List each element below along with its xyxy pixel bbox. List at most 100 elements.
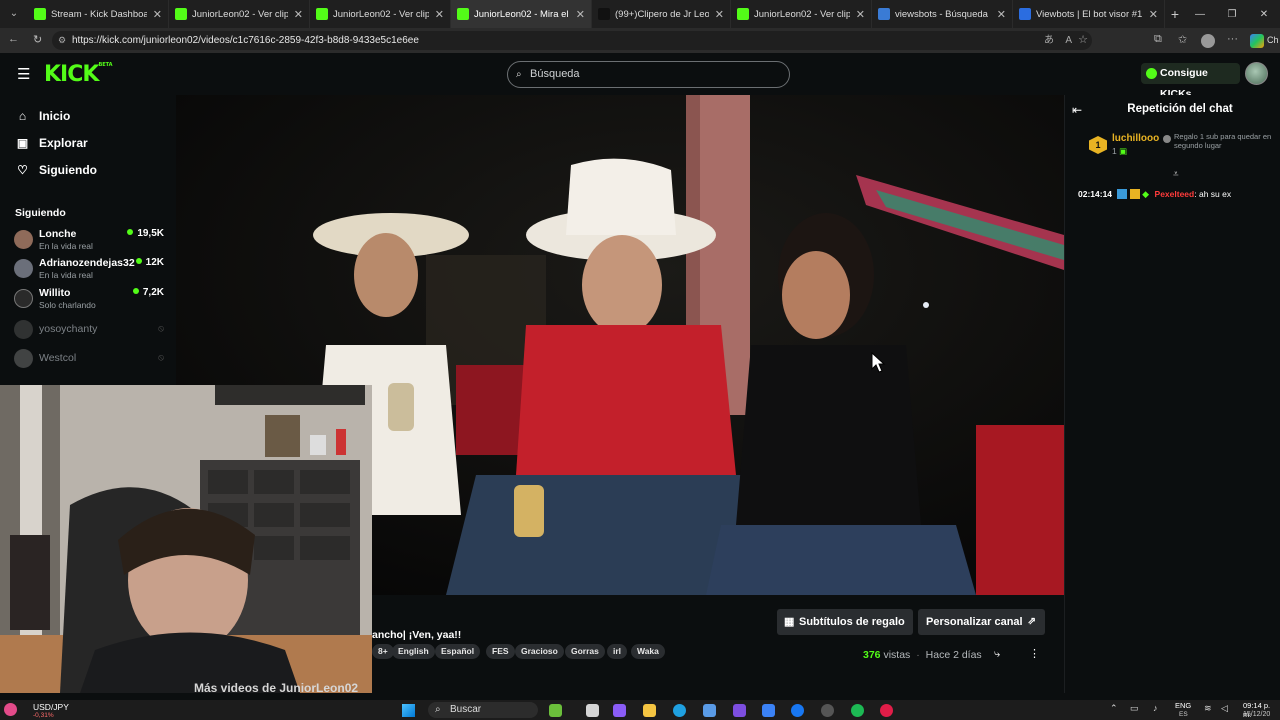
- followed-channel-westcol[interactable]: Westcol ⦸: [14, 346, 166, 372]
- gift-count: 1 ▣: [1112, 146, 1127, 157]
- favorite-star-icon[interactable]: ☆: [1078, 31, 1088, 50]
- external-link-icon: ⇗: [1027, 616, 1036, 627]
- followed-channel-adrianozendejas32[interactable]: Adrianozendejas32 En la vida real 12K: [14, 256, 166, 282]
- customize-channel-button[interactable]: Personalizar canal ⇗: [918, 609, 1045, 635]
- tag[interactable]: FES: [486, 644, 515, 659]
- edge-icon[interactable]: [673, 704, 686, 717]
- channel-name: Willito: [39, 287, 71, 299]
- nav-following[interactable]: ♡ Siguiendo: [16, 163, 97, 177]
- favorites-icon[interactable]: ✩: [1178, 33, 1187, 46]
- nav-home[interactable]: ⌂ Inicio: [16, 109, 70, 123]
- site-info-icon[interactable]: ⚙: [58, 31, 66, 50]
- nav-explore[interactable]: ▣ Explorar: [16, 136, 88, 150]
- kick-logo[interactable]: KICKBETA: [44, 62, 113, 87]
- extensions-icon[interactable]: ⧉: [1154, 33, 1162, 46]
- tab-close-icon[interactable]: ✕: [715, 8, 724, 21]
- profile-icon[interactable]: [1201, 34, 1215, 48]
- expand-leaderboard-icon[interactable]: ⩡: [1173, 169, 1179, 180]
- facebook-icon[interactable]: [791, 704, 804, 717]
- tab-label: JuniorLeon02 - Mira el V: [474, 8, 570, 20]
- url-field[interactable]: ⚙ https://kick.com/juniorleon02/videos/c…: [52, 31, 1092, 50]
- browser-tab[interactable]: viewsbots - Búsqueda ✕: [872, 0, 1013, 28]
- back-icon[interactable]: ←: [8, 33, 19, 45]
- tab-label: JuniorLeon02 - Ver clips en K: [754, 8, 850, 20]
- avatar: [14, 320, 33, 339]
- tab-close-icon[interactable]: ✕: [435, 8, 444, 21]
- mic-icon[interactable]: ♪: [1153, 703, 1158, 713]
- task-view-icon[interactable]: [586, 704, 599, 717]
- browser-tab[interactable]: (99+)Clipero de Jr Leon (@c ✕: [592, 0, 731, 28]
- tab-close-icon[interactable]: ✕: [856, 8, 865, 21]
- browser-tab[interactable]: JuniorLeon02 - Ver clips en K ✕: [731, 0, 872, 28]
- browser-tab[interactable]: Viewbots | El bot visor #1 de ✕: [1013, 0, 1165, 28]
- tag[interactable]: irl: [607, 644, 628, 659]
- close-window-icon[interactable]: ✕: [1248, 9, 1280, 20]
- tab-close-icon[interactable]: ✕: [294, 8, 303, 21]
- followed-channel-yosoychanty[interactable]: yosoychanty ⦸: [14, 317, 166, 343]
- tab-close-icon[interactable]: ✕: [997, 8, 1006, 21]
- badge-icon: [1117, 189, 1128, 199]
- share-icon[interactable]: ⤷: [994, 648, 1000, 661]
- translate-icon[interactable]: あ: [1044, 31, 1054, 50]
- tab-close-icon[interactable]: ✕: [576, 8, 585, 21]
- views-label: vistas: [883, 649, 911, 661]
- followed-channel-lonche[interactable]: Lonche En la vida real 19,5K: [14, 227, 166, 253]
- store-icon[interactable]: [703, 704, 716, 717]
- maximize-icon[interactable]: ❐: [1216, 9, 1248, 20]
- tab-favicon-icon: [175, 8, 187, 20]
- language-indicator[interactable]: ENG: [1175, 701, 1191, 710]
- new-tab-icon[interactable]: +: [1165, 6, 1185, 22]
- tag[interactable]: English: [392, 644, 435, 659]
- followed-channel-willito[interactable]: Willito Solo charlando 7,2K: [14, 286, 166, 312]
- chat-username[interactable]: Pexelteed: [1155, 189, 1195, 199]
- show-hidden-icons[interactable]: ⌃: [1110, 703, 1118, 714]
- more-menu-icon[interactable]: ···: [1227, 33, 1238, 45]
- stock-widget-icon[interactable]: [4, 703, 17, 716]
- app-icon[interactable]: [880, 704, 893, 717]
- more-options-icon[interactable]: ⋮: [1029, 647, 1040, 660]
- windows-start-icon[interactable]: [402, 704, 415, 717]
- browser-tab[interactable]: JuniorLeon02 - Mira el V ✕: [451, 0, 592, 28]
- copilot-icon[interactable]: [1250, 34, 1264, 48]
- network-tray-icon[interactable]: ▭: [1130, 703, 1139, 714]
- tag[interactable]: 8+: [372, 644, 394, 659]
- tag[interactable]: Waka: [631, 644, 665, 659]
- app-icon[interactable]: [733, 704, 746, 717]
- user-avatar[interactable]: [1245, 62, 1268, 85]
- app-icon[interactable]: [821, 704, 834, 717]
- taskbar-search[interactable]: ⌕ Buscar: [428, 702, 538, 718]
- tag[interactable]: Gorras: [565, 644, 605, 659]
- tag[interactable]: Gracioso: [515, 644, 564, 659]
- browser-tab[interactable]: JuniorLeon02 - Ver clips en K ✕: [169, 0, 310, 28]
- volume-icon[interactable]: ◁: [1221, 703, 1228, 714]
- copilot-app-icon[interactable]: [613, 704, 626, 717]
- site-header: ☰ KICKBETA ⌕ Búsqueda Consigue KICKs: [0, 53, 1280, 100]
- wifi-icon[interactable]: ≋: [1204, 703, 1212, 714]
- kicks-coin-icon: [1146, 68, 1157, 79]
- widgets-icon[interactable]: [549, 704, 562, 717]
- nav-following-label: Siguiendo: [39, 163, 97, 177]
- language-sub: ES: [1179, 711, 1188, 718]
- tab-label: Viewbots | El bot visor #1 de: [1036, 8, 1143, 20]
- gift-subs-button[interactable]: ▦ Subtítulos de regalo: [777, 609, 913, 635]
- minimize-icon[interactable]: —: [1184, 9, 1216, 20]
- tag[interactable]: Español: [435, 644, 481, 659]
- read-aloud-icon[interactable]: A: [1065, 31, 1072, 50]
- url-text: https://kick.com/juniorleon02/videos/c1c…: [72, 35, 419, 46]
- webcam-overlay: [0, 385, 372, 693]
- app-icon[interactable]: [762, 704, 775, 717]
- hamburger-menu-icon[interactable]: ☰: [17, 65, 30, 83]
- tab-close-icon[interactable]: ✕: [1149, 8, 1158, 21]
- search-input[interactable]: ⌕ Búsqueda: [507, 61, 790, 88]
- tab-list-icon[interactable]: ⌄: [0, 0, 28, 28]
- reload-icon[interactable]: ↻: [33, 33, 42, 46]
- get-kicks-button[interactable]: Consigue KICKs: [1141, 63, 1240, 100]
- gift-leaderboard-entry[interactable]: 1 luchillooo 1 ▣ Regalo 1 sub para queda…: [1089, 132, 1275, 163]
- tab-favicon-icon: [457, 8, 469, 20]
- file-explorer-icon[interactable]: [643, 704, 656, 717]
- tab-label: (99+)Clipero de Jr Leon (@c: [615, 8, 709, 20]
- tab-close-icon[interactable]: ✕: [153, 8, 162, 21]
- spotify-icon[interactable]: [851, 704, 864, 717]
- browser-tab[interactable]: Stream - Kick Dashboard ✕: [28, 0, 169, 28]
- browser-tab[interactable]: JuniorLeon02 - Ver clips en K ✕: [310, 0, 451, 28]
